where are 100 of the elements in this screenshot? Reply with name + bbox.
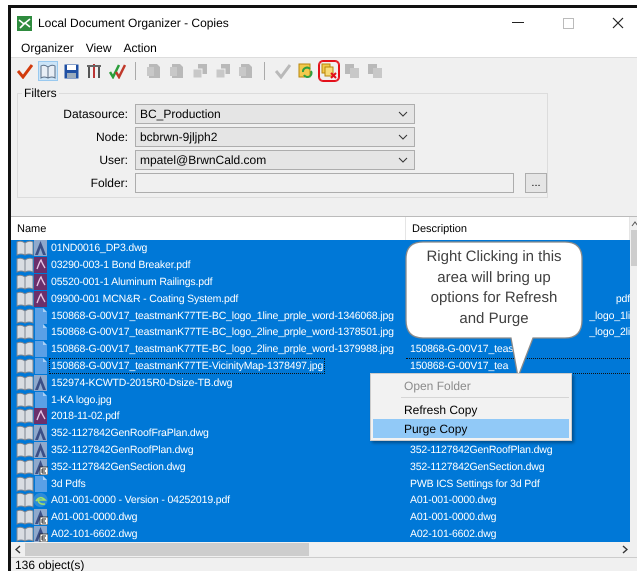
field-label: Datasource: xyxy=(62,107,128,121)
file-icon xyxy=(16,509,48,526)
file-row[interactable]: A01-001-0000 - Version - 04252019.pdf A01-001-0000.dwg xyxy=(11,492,630,509)
delete-copies-icon xyxy=(321,63,337,79)
file-icon xyxy=(16,425,48,442)
file-row[interactable]: 3d Pdfs PWB ICS Settings for 3d Pdf xyxy=(11,475,630,492)
documents-icon xyxy=(215,63,231,79)
close-icon xyxy=(612,17,624,29)
file-icon xyxy=(16,358,48,374)
file-name: 09900-001 MCN&R - Coating System.pdf xyxy=(50,292,240,307)
scroll-up-icon[interactable] xyxy=(631,221,637,227)
field-label: Node: xyxy=(94,130,128,144)
checkmarks-icon xyxy=(108,63,126,79)
toolbar-button[interactable] xyxy=(319,61,339,81)
dropdown[interactable]: BC_Production xyxy=(135,104,415,124)
file-icon xyxy=(16,257,48,274)
check-icon xyxy=(275,63,291,79)
field-label: Folder: xyxy=(90,176,128,190)
file-name: 01ND0016_DP3.dwg xyxy=(50,241,148,256)
dropdown[interactable]: mpatel@BrwnCald.com xyxy=(135,150,415,170)
file-name: A01-001-0000.dwg xyxy=(50,510,138,526)
file-description: A01-001-0000.dwg xyxy=(410,511,496,524)
file-description: _logo_2li xyxy=(589,326,630,338)
file-icon xyxy=(16,308,48,324)
file-name: 150868-G-00V17_teastmanK77TE-BC_logo_2line_prple_word-1378501.jpg xyxy=(50,325,395,340)
file-row[interactable]: A01-001-0000.dwg A01-001-0000.dwg xyxy=(11,508,630,526)
refresh-icon xyxy=(298,63,314,79)
file-name: 03290-003-1 Bond Breaker.pdf xyxy=(50,258,192,274)
dropdown[interactable]: bcbrwn-9jljph2 xyxy=(135,127,415,147)
file-description: 352-1127842GenRoofPlan.dwg xyxy=(410,444,552,456)
file-description: _logo_1li xyxy=(589,310,630,322)
document-icon xyxy=(238,63,254,79)
menu-item[interactable]: Organizer xyxy=(15,40,80,54)
file-icon xyxy=(16,492,48,508)
file-description: 150868-G-00V17_teas xyxy=(410,343,514,356)
menu-item[interactable]: View xyxy=(80,40,118,54)
menu-option[interactable]: Purge Copy xyxy=(373,419,569,438)
file-icon xyxy=(16,442,48,458)
chevron-down-icon xyxy=(398,111,408,117)
file-row[interactable]: 352-1127842GenRoofPlan.dwg 352-1127842GenRoofPlan.dwg xyxy=(11,442,630,458)
check-icon xyxy=(17,63,33,79)
file-name: 150868-G-00V17_teastmanK77TE-BC_logo_2line_prple_word-1379988.jpg xyxy=(50,342,395,358)
document-icon xyxy=(146,63,162,79)
scroll-right-icon[interactable] xyxy=(622,545,628,554)
transfer-icon xyxy=(367,63,383,79)
window-title: Local Document Organizer - Copies xyxy=(38,16,230,30)
file-description: 150868-G-00V17_tea xyxy=(410,360,508,372)
file-name: A02-101-6602.dwg xyxy=(50,526,138,542)
scroll-thumb[interactable] xyxy=(25,543,309,556)
file-name: 150868-G-00V17_teastmanK77TE-BC_logo_1line_prple_word-1346068.jpg xyxy=(50,308,395,324)
field-label: User: xyxy=(98,153,128,167)
toolbar-button[interactable] xyxy=(38,61,58,81)
file-name: A01-001-0000 - Version - 04252019.pdf xyxy=(50,493,231,508)
file-icon xyxy=(16,290,48,307)
chevron-down-icon xyxy=(398,134,408,140)
maximize-icon xyxy=(562,18,574,28)
file-icon xyxy=(16,408,48,424)
file-name: 352-1127842GenRoofPlan.dwg xyxy=(50,442,194,458)
menu-item[interactable]: Action xyxy=(117,40,163,54)
file-icon xyxy=(16,274,48,290)
file-name: 352-1127842GenRoofFraPlan.dwg xyxy=(50,426,210,442)
toolbar-button[interactable] xyxy=(84,61,104,81)
vertical-scrollbar[interactable] xyxy=(630,217,637,542)
save-icon xyxy=(64,64,78,78)
group-title: Filters xyxy=(23,86,58,100)
file-name: 2018-11-02.pdf xyxy=(50,409,120,424)
file-icon xyxy=(16,458,48,475)
file-icon xyxy=(16,476,48,492)
documents-icon xyxy=(192,63,208,79)
file-name: 152974-KCWTD-2015R0-Dsize-TB.dwg xyxy=(50,376,234,391)
file-description: A01-001-0000.dwg xyxy=(410,494,496,506)
app-icon xyxy=(17,16,32,30)
minimize-icon xyxy=(512,22,524,24)
transfer-icon xyxy=(344,63,360,79)
file-name: 352-1127842GenSection.dwg xyxy=(50,460,186,475)
scroll-left-icon[interactable] xyxy=(15,545,21,554)
toolbar-button[interactable] xyxy=(15,61,35,81)
file-icon xyxy=(16,392,48,408)
scroll-thumb[interactable] xyxy=(631,230,637,266)
book-icon xyxy=(40,64,56,78)
file-icon xyxy=(16,324,48,340)
file-description: pdf xyxy=(616,292,630,305)
file-row[interactable]: A02-101-6602.dwg A02-101-6602.dwg xyxy=(11,526,630,542)
file-icon xyxy=(16,526,48,542)
file-icon xyxy=(16,240,48,256)
file-description: A02-101-6602.dwg xyxy=(410,528,496,540)
file-name: 3d Pdfs xyxy=(50,476,87,492)
file-name: 05520-001-1 Aluminum Railings.pdf xyxy=(50,274,214,290)
folder-field[interactable] xyxy=(135,173,514,193)
file-name: 1-KA logo.jpg xyxy=(50,392,113,408)
file-row[interactable]: 150868-G-00V17_teastmanK77TE-BC_logo_2line_prple_word-1379988.jpg 150868-G-00V17_teas xyxy=(11,340,630,358)
file-description: PWB ICS Settings for 3d Pdf xyxy=(410,478,540,490)
file-row[interactable]: 150868-G-00V17_teastmanK77TE-VicinityMap-1378497.jpg 150868-G-00V17_tea xyxy=(11,358,630,374)
file-row[interactable]: 352-1127842GenSection.dwg 352-1127842GenSection.dwg xyxy=(11,458,630,476)
file-icon xyxy=(16,341,48,358)
browse-button[interactable]: ... xyxy=(525,173,547,193)
document-icon xyxy=(169,63,185,79)
file-icon xyxy=(16,374,48,391)
tools-icon xyxy=(86,63,102,79)
chevron-down-icon xyxy=(398,157,408,163)
